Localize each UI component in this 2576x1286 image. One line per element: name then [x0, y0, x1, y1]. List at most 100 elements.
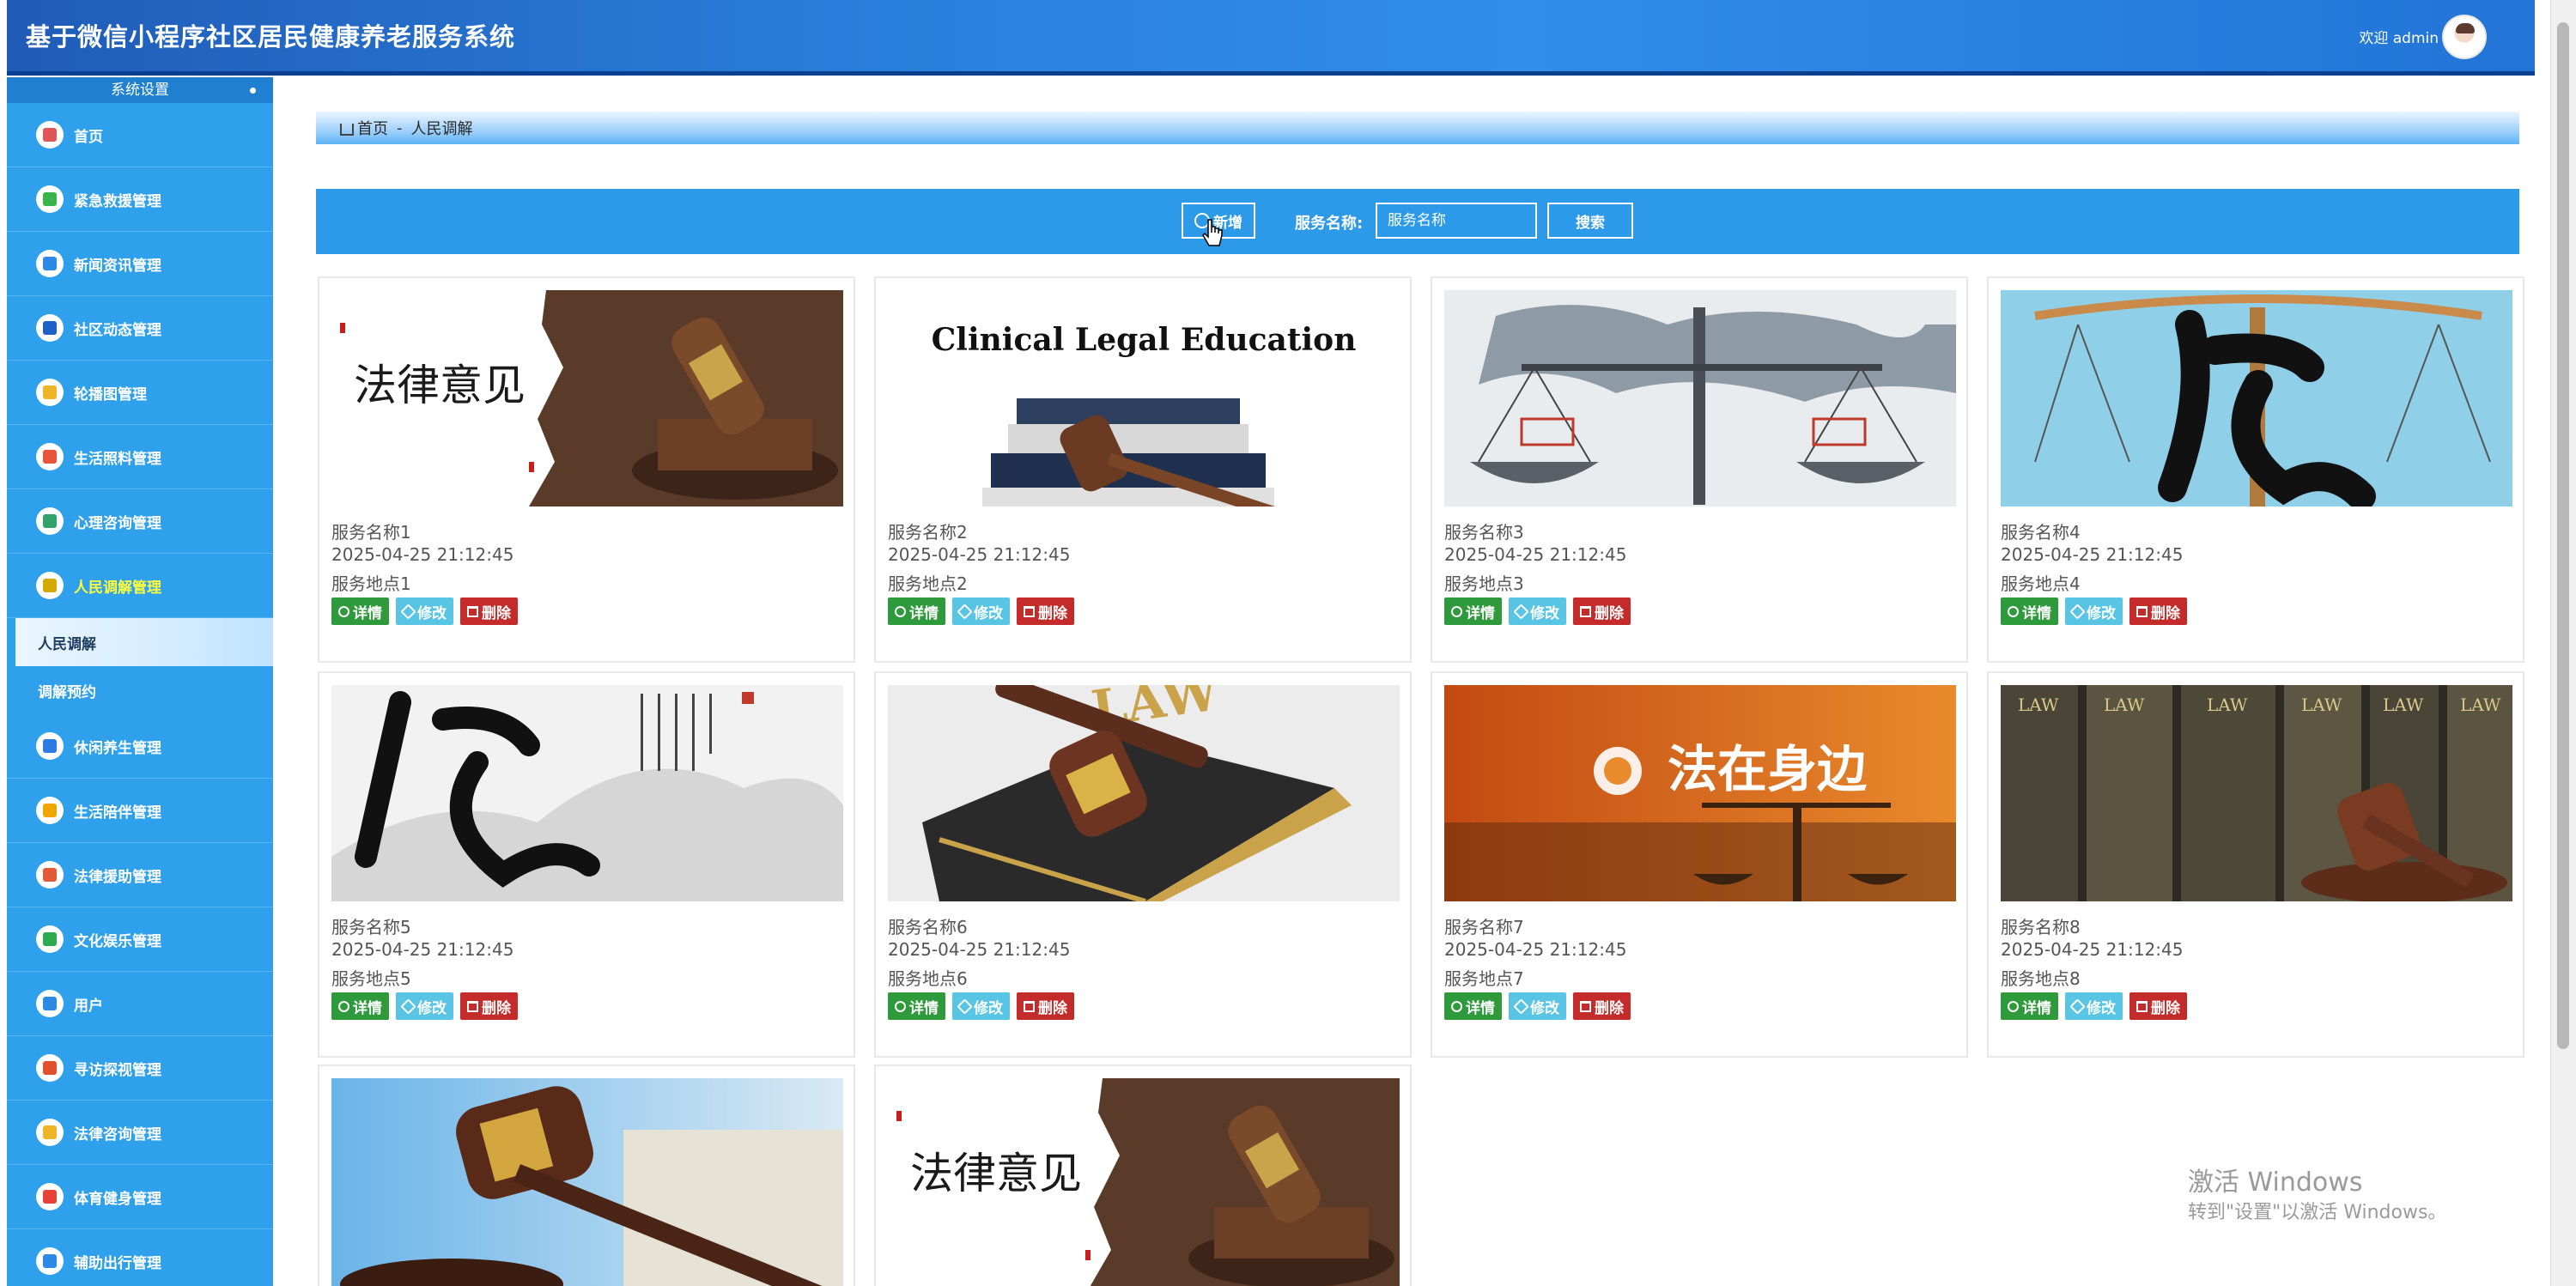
detail-button[interactable]: 详情: [331, 598, 389, 625]
edit-button-label: 修改: [2087, 604, 2116, 622]
search-input[interactable]: 服务名称: [1376, 203, 1537, 239]
image-icon: [36, 379, 64, 406]
sidebar-item[interactable]: 法律咨询管理: [7, 1101, 273, 1165]
search-toolbar: 新增 服务名称: 服务名称 搜索: [316, 189, 2519, 254]
sidebar-item[interactable]: 体育健身管理: [7, 1165, 273, 1229]
service-time: 2025-04-25 21:12:45: [888, 544, 1071, 565]
pencil-icon: [2069, 998, 2086, 1015]
leisure-icon: [36, 732, 64, 760]
service-image[interactable]: [2001, 290, 2512, 507]
delete-button[interactable]: 删除: [460, 598, 518, 625]
delete-button[interactable]: 删除: [2129, 992, 2187, 1020]
service-card[interactable]: 法律意见 服务名称1 2025-04-25 21:12:45 服务地点1 详情 修改 删除: [318, 276, 855, 663]
sidebar-item[interactable]: 心理咨询管理: [7, 489, 273, 554]
service-card[interactable]: [318, 1065, 855, 1286]
delete-button[interactable]: 删除: [1573, 992, 1631, 1020]
service-card[interactable]: LAW LAW LAW LAW LAW LAW 服务名称8 2025-04-25 21:1…: [1987, 671, 2524, 1058]
service-place: 服务地点5: [331, 968, 411, 989]
service-card[interactable]: Clinical Legal Education 服务名称2 2025-04-25…: [874, 276, 1412, 663]
sidebar-item[interactable]: 辅助出行管理: [7, 1229, 273, 1286]
search-icon: [2008, 1000, 2019, 1012]
detail-button[interactable]: 详情: [1444, 992, 1502, 1020]
edit-button[interactable]: 修改: [2065, 992, 2123, 1020]
service-card[interactable]: 服务名称5 2025-04-25 21:12:45 服务地点5 详情 修改 删除: [318, 671, 855, 1058]
service-image[interactable]: Clinical Legal Education: [888, 290, 1400, 507]
service-name: 服务名称1: [331, 522, 411, 543]
sidebar-item[interactable]: 用户: [7, 972, 273, 1036]
edit-button[interactable]: 修改: [2065, 598, 2123, 625]
service-name: 服务名称8: [2001, 917, 2081, 937]
detail-button[interactable]: 详情: [2001, 992, 2058, 1020]
service-time: 2025-04-25 21:12:45: [1444, 544, 1627, 565]
sidebar-item[interactable]: 法律援助管理: [7, 843, 273, 907]
detail-button[interactable]: 详情: [1444, 598, 1502, 625]
service-image[interactable]: [1444, 290, 1956, 507]
service-image[interactable]: [331, 685, 843, 901]
service-image[interactable]: LAW: [888, 685, 1400, 901]
avatar[interactable]: [2442, 15, 2487, 59]
collapse-dot-icon[interactable]: [250, 88, 256, 94]
service-image[interactable]: LAW LAW LAW LAW LAW LAW: [2001, 685, 2512, 901]
trash-icon: [2136, 1000, 2148, 1012]
delete-button[interactable]: 删除: [2129, 598, 2187, 625]
edit-button[interactable]: 修改: [396, 992, 453, 1020]
edit-button[interactable]: 修改: [396, 598, 453, 625]
detail-button[interactable]: 详情: [331, 992, 389, 1020]
search-icon: [338, 1000, 349, 1012]
edit-button-label: 修改: [417, 604, 447, 622]
page-scrollbar[interactable]: [2550, 0, 2576, 1286]
sidebar-item[interactable]: 休闲养生管理: [7, 714, 273, 779]
sidebar-item[interactable]: 新闻资讯管理: [7, 232, 273, 296]
community-icon: [36, 314, 64, 342]
breadcrumb: 首页 - 人民调解: [316, 112, 2519, 144]
delete-button[interactable]: 删除: [1573, 598, 1631, 625]
delete-button[interactable]: 删除: [1017, 992, 1074, 1020]
delete-button[interactable]: 删除: [1017, 598, 1074, 625]
sidebar-header: 系统设置: [7, 77, 273, 103]
delete-button[interactable]: 删除: [460, 992, 518, 1020]
edit-button[interactable]: 修改: [1509, 992, 1566, 1020]
sidebar-item[interactable]: 首页: [7, 103, 273, 167]
service-card[interactable]: LAW 服务名称6 2025-04-25 21:12:45 服务地点6 详情 修改 删除: [874, 671, 1412, 1058]
card-actions: 详情 修改 删除: [1444, 598, 1631, 625]
breadcrumb-home[interactable]: 首页: [357, 117, 388, 139]
detail-button[interactable]: 详情: [2001, 598, 2058, 625]
service-card[interactable]: 服务名称3 2025-04-25 21:12:45 服务地点3 详情 修改 删除: [1431, 276, 1968, 663]
service-time: 2025-04-25 21:12:45: [2001, 939, 2184, 960]
service-card[interactable]: 服务名称4 2025-04-25 21:12:45 服务地点4 详情 修改 删除: [1987, 276, 2524, 663]
detail-button[interactable]: 详情: [888, 992, 945, 1020]
service-time: 2025-04-25 21:12:45: [331, 939, 514, 960]
service-card[interactable]: 法律意见: [874, 1065, 1412, 1286]
service-image[interactable]: 法律意见: [888, 1078, 1400, 1286]
service-place: 服务地点7: [1444, 968, 1524, 989]
service-image[interactable]: [331, 1078, 843, 1286]
sidebar-item-label: 紧急救援管理: [74, 192, 161, 210]
sidebar-subitem-mediation[interactable]: 人民调解: [15, 618, 273, 666]
sidebar-item[interactable]: 轮播图管理: [7, 361, 273, 425]
sidebar-item[interactable]: 社区动态管理: [7, 296, 273, 361]
sidebar-item[interactable]: 生活陪伴管理: [7, 779, 273, 843]
sidebar-item[interactable]: 寻访探视管理: [7, 1036, 273, 1101]
sidebar-item-label: 休闲养生管理: [74, 739, 161, 757]
service-card[interactable]: 法在身边 服务名称7 2025-04-25 21:12:45 服务地点7 详情 修改 删除: [1431, 671, 1968, 1058]
sidebar-item[interactable]: 生活照料管理: [7, 425, 273, 489]
sidebar-item[interactable]: 紧急救援管理: [7, 167, 273, 232]
scrollbar-thumb[interactable]: [2557, 22, 2569, 1049]
edit-button[interactable]: 修改: [1509, 598, 1566, 625]
sidebar-subitem-appointment[interactable]: 调解预约: [7, 666, 273, 714]
sidebar-item-label: 辅助出行管理: [74, 1254, 161, 1272]
service-image[interactable]: 法律意见: [331, 290, 843, 507]
sidebar-subitem-label: 人民调解: [38, 635, 96, 653]
service-name: 服务名称2: [888, 522, 968, 543]
sidebar-item-label: 体育健身管理: [74, 1190, 161, 1208]
edit-button[interactable]: 修改: [952, 992, 1010, 1020]
sidebar-item-label: 心理咨询管理: [74, 514, 161, 532]
service-image[interactable]: 法在身边: [1444, 685, 1956, 901]
sidebar-item[interactable]: 文化娱乐管理: [7, 907, 273, 972]
edit-button[interactable]: 修改: [952, 598, 1010, 625]
search-button[interactable]: 搜索: [1547, 203, 1633, 239]
detail-button[interactable]: 详情: [888, 598, 945, 625]
detail-button-label: 详情: [909, 604, 939, 622]
sidebar-item[interactable]: 人民调解管理: [7, 554, 273, 618]
service-name: 服务名称7: [1444, 917, 1524, 937]
